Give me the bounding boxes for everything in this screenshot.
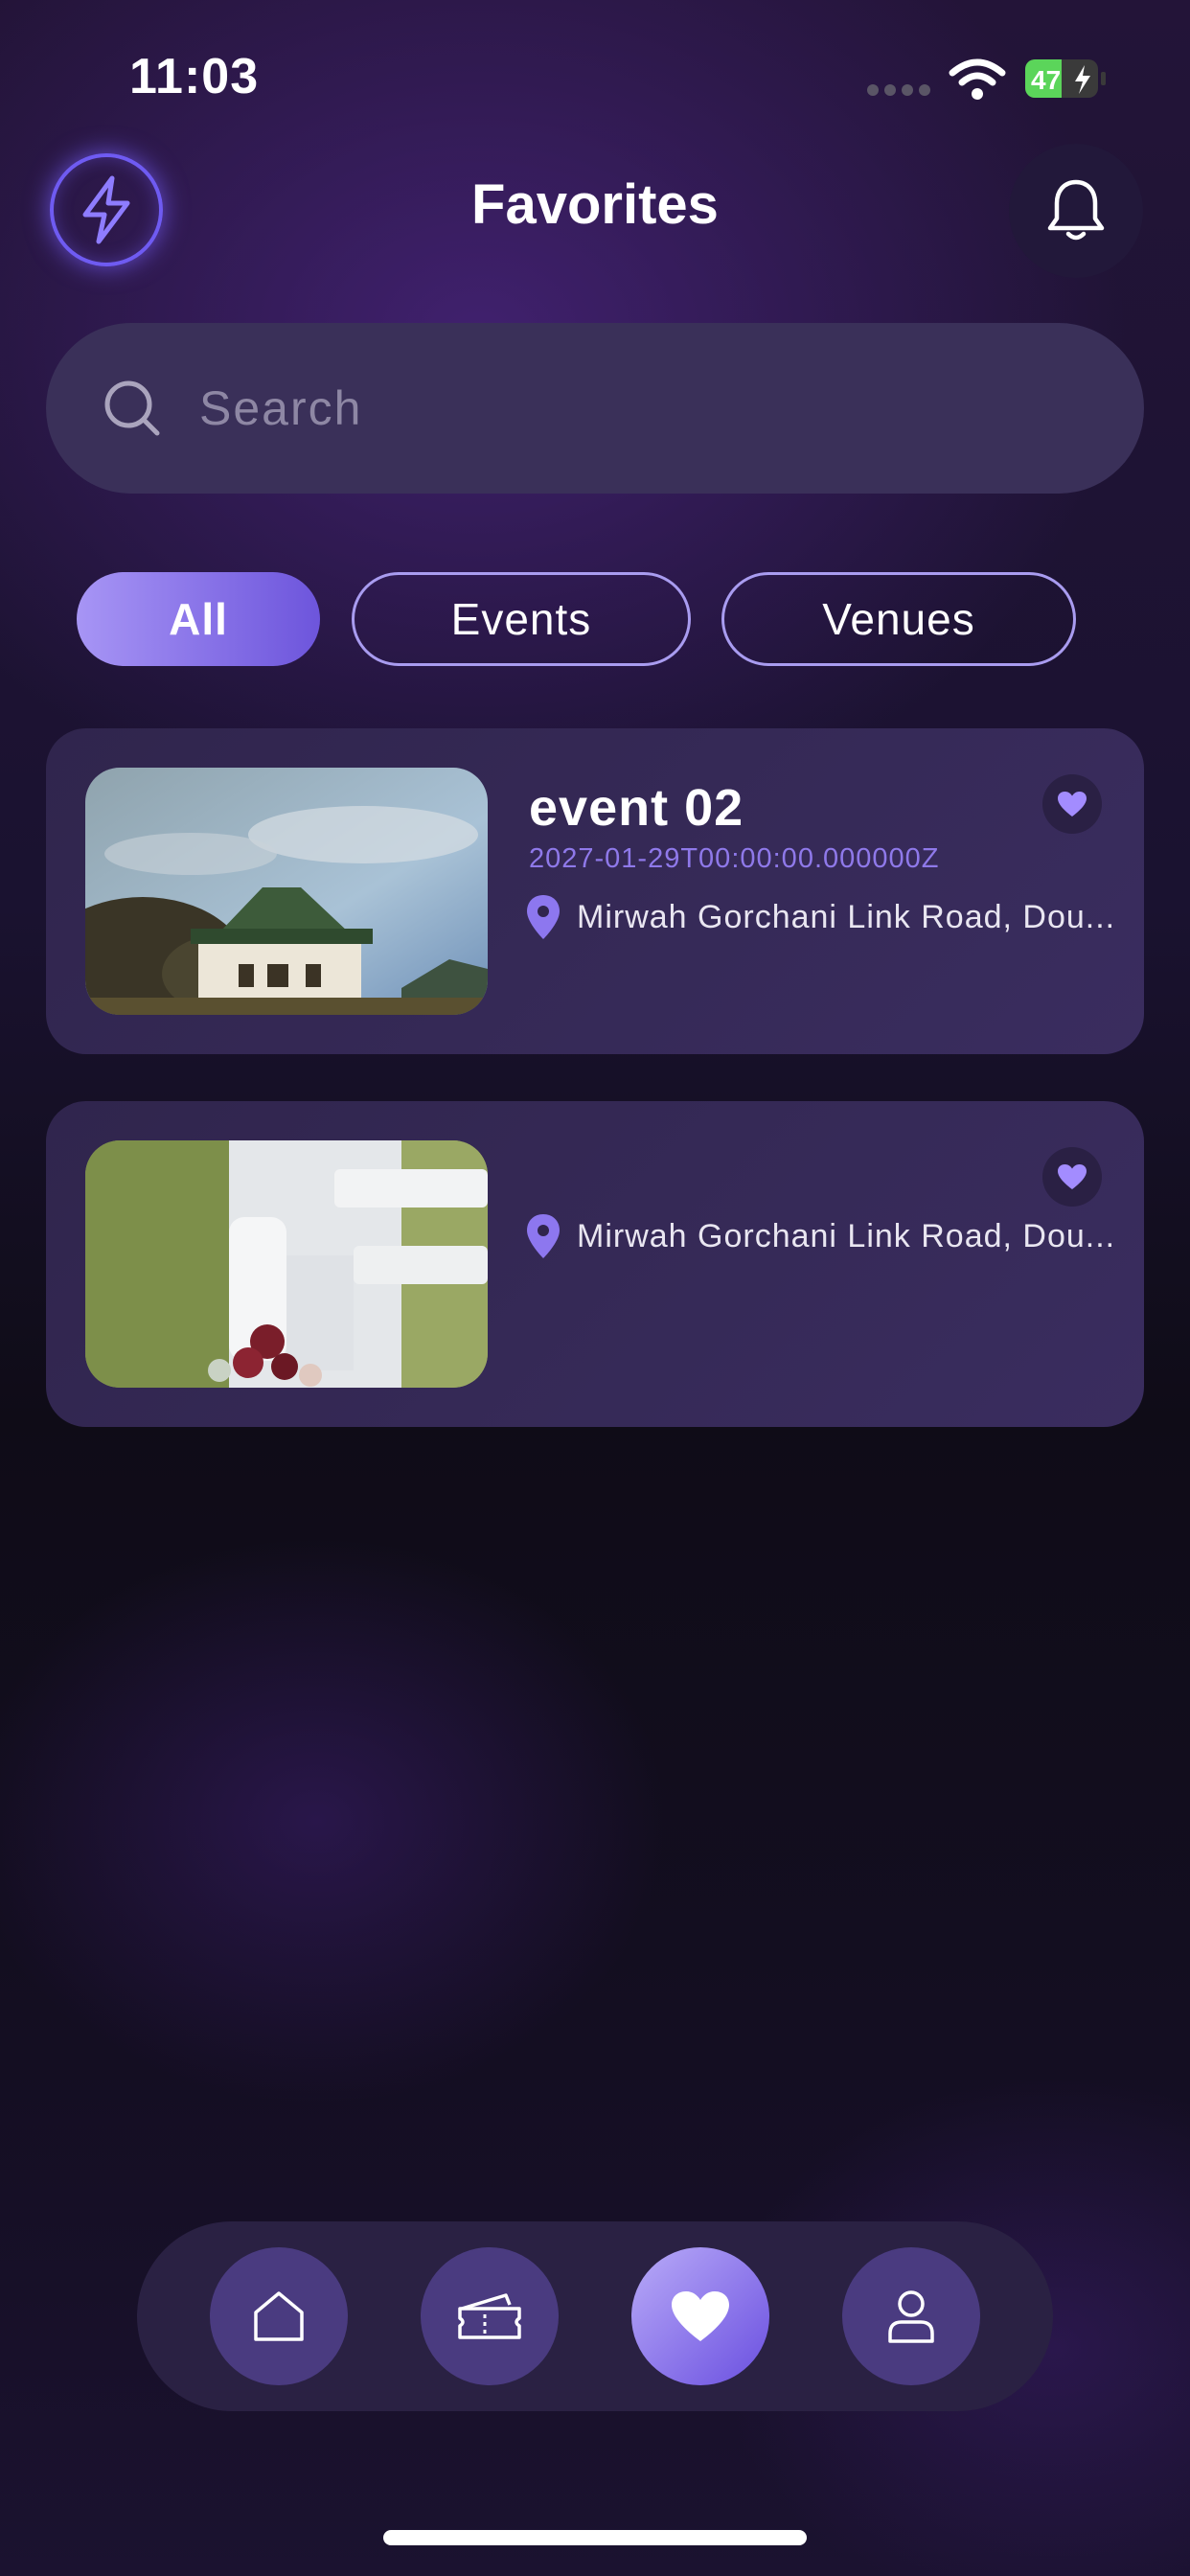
event-thumbnail (85, 768, 488, 1015)
status-time: 11:03 (129, 49, 260, 104)
event-location: Mirwah Gorchani Link Road, Dou... (525, 893, 1115, 941)
location-text: Mirwah Gorchani Link Road, Dou... (577, 1217, 1116, 1254)
heart-icon (1058, 792, 1087, 816)
bell-icon (1047, 179, 1105, 241)
filter-chip-all[interactable]: All (77, 572, 320, 666)
location-pin-icon (527, 895, 560, 939)
search-icon (104, 380, 160, 436)
battery-icon: 47 (1025, 59, 1106, 98)
wifi-icon (949, 58, 1006, 100)
bottom-tab-bar (137, 2221, 1053, 2411)
ticket-icon (458, 2293, 521, 2339)
tab-profile[interactable] (842, 2247, 980, 2385)
battery-level: 47 (1031, 65, 1061, 95)
event-location: Mirwah Gorchani Link Road, Dou... (525, 1212, 1115, 1260)
favorite-toggle-button[interactable] (1042, 774, 1102, 834)
favorite-card[interactable]: event 02 2027-01-29T00:00:00.000000Z Mir… (46, 728, 1144, 1054)
cellular-signal-icon (867, 84, 930, 96)
heart-icon (672, 2291, 729, 2341)
location-pin-icon (527, 1214, 560, 1258)
filter-chip-venues[interactable]: Venues (721, 572, 1076, 666)
tab-favorites[interactable] (631, 2247, 769, 2385)
heart-icon (1058, 1164, 1087, 1189)
home-icon (254, 2291, 304, 2341)
user-icon (888, 2290, 934, 2343)
event-title: event 02 (529, 779, 744, 837)
favorite-card[interactable]: Mirwah Gorchani Link Road, Dou... (46, 1101, 1144, 1427)
event-thumbnail (85, 1140, 488, 1388)
location-text: Mirwah Gorchani Link Road, Dou... (577, 898, 1116, 935)
filter-chip-events[interactable]: Events (352, 572, 691, 666)
event-date: 2027-01-29T00:00:00.000000Z (529, 843, 940, 874)
tab-tickets[interactable] (421, 2247, 559, 2385)
notifications-button[interactable] (1009, 144, 1143, 278)
tab-home[interactable] (210, 2247, 348, 2385)
search-bar[interactable] (46, 323, 1144, 494)
home-indicator[interactable] (383, 2530, 807, 2545)
favorite-toggle-button[interactable] (1042, 1147, 1102, 1207)
search-input[interactable] (197, 380, 1144, 437)
